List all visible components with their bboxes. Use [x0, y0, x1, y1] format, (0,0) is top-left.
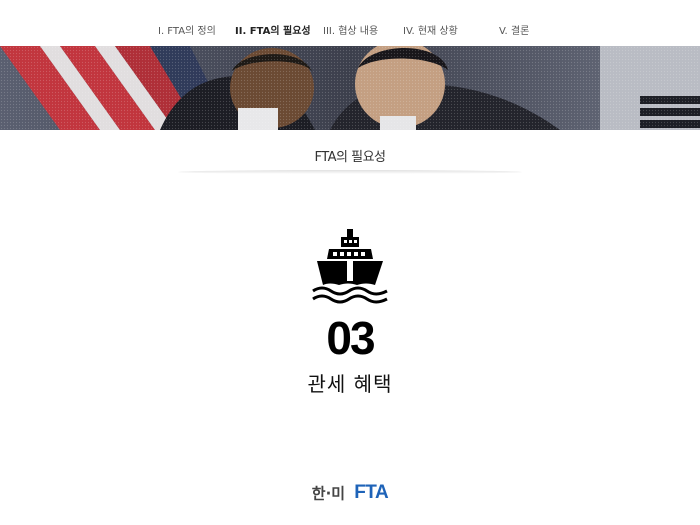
logo-fta-text: FTA	[354, 482, 389, 503]
nav-item-current-status[interactable]: IV. 현재 상황	[403, 22, 458, 37]
section-title: FTA의 필요성	[314, 150, 386, 165]
nav-item-conclusion[interactable]: V. 결론	[499, 22, 529, 37]
nav-item-definition[interactable]: I. FTA의 정의	[158, 22, 216, 37]
nav-item-negotiation[interactable]: III. 협상 내용	[323, 22, 378, 37]
banner-photo	[0, 46, 700, 130]
ship-icon	[311, 229, 389, 305]
title-underline-shadow	[178, 170, 522, 174]
slide-number: 03	[326, 312, 375, 364]
nav-item-necessity[interactable]: II. FTA의 필요성	[235, 22, 311, 37]
slide-caption: 관세 혜택	[307, 372, 393, 396]
korea-us-fta-logo: 한·미 FTA	[0, 482, 700, 504]
logo-korean-text: 한·미	[311, 484, 346, 503]
top-nav: I. FTA의 정의 II. FTA의 필요성 III. 협상 내용 IV. 현…	[0, 0, 700, 46]
